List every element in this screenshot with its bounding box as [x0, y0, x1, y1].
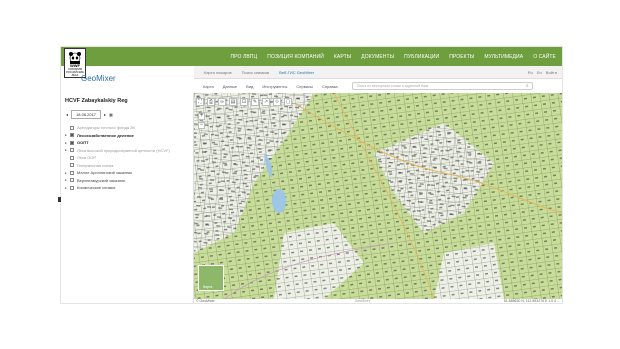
layer-item[interactable]: ▸ Леса высокой природоохранной ценности (… — [65, 147, 189, 155]
layer-label: Леса ООР — [77, 155, 97, 161]
layer-item[interactable]: Леса ООР — [65, 154, 189, 162]
zoom-in-icon[interactable]: + — [198, 113, 205, 120]
layer-label: Малое Ароплинский заказник — [77, 170, 133, 176]
map-footer: © GeoMixer GeoMixer 51.888630 N, 112.893… — [194, 299, 562, 303]
prev-date-icon[interactable]: ◂ — [66, 112, 68, 117]
top-navigation: ПРО ЛВПЦ ПОЗИЦИЯ КОМПАНИЙ КАРТЫ ДОКУМЕНТ… — [61, 47, 562, 66]
menu-bar: Карта Данные Вид Инструменты Сервисы Спр… — [194, 80, 562, 92]
layer-checkbox[interactable] — [70, 178, 74, 183]
login-link[interactable]: Войти — [546, 70, 557, 75]
app-window: ПРО ЛВПЦ ПОЗИЦИЯ КОМПАНИЙ КАРТЫ ДОКУМЕНТ… — [60, 46, 563, 304]
print-icon[interactable]: ⎙ — [207, 98, 215, 106]
layer-item[interactable]: ▸ Верхнеамурский заказник — [65, 177, 189, 185]
layer-item[interactable]: Генеральная схема — [65, 162, 189, 170]
minimap-label: Карта — [203, 285, 213, 289]
lang-en-link[interactable]: En — [537, 70, 542, 75]
layer-label: Арендаторы лесного фонда ЗК — [77, 125, 135, 131]
nav-item-projects[interactable]: ПРОЕКТЫ — [449, 54, 474, 60]
zoom-out-icon[interactable]: − — [198, 122, 205, 129]
lang-ru-link[interactable]: Ru — [528, 70, 533, 75]
nav-item-docs[interactable]: ДОКУМЕНТЫ — [361, 54, 394, 60]
tab-image-search[interactable]: Поиск снимков — [242, 70, 270, 75]
layer-checkbox[interactable] — [70, 133, 74, 138]
layer-checkbox[interactable] — [70, 170, 74, 175]
service-tabs: Карта пожаров Поиск снимков Веб-ГИС GeoM… — [194, 66, 562, 79]
fullscreen-icon[interactable]: ⛶ — [196, 98, 204, 106]
copyright-text: © GeoMixer — [196, 299, 215, 303]
layer-item[interactable]: ▸ Лесохозяйственное деление — [65, 132, 189, 140]
tool-icon[interactable]: ▢ — [284, 98, 292, 106]
nav-item-pro[interactable]: ПРО ЛВПЦ — [230, 54, 257, 60]
measure-icon[interactable]: ⊡ — [240, 98, 248, 106]
menu-view[interactable]: Вид — [246, 84, 253, 89]
layer-label: Лесохозяйственное деление — [77, 132, 134, 138]
map-canvas[interactable] — [194, 93, 562, 299]
nav-item-position[interactable]: ПОЗИЦИЯ КОМПАНИЙ — [267, 54, 324, 60]
link-icon[interactable]: ∞ — [218, 98, 226, 106]
search-icon[interactable]: ⌕ — [526, 83, 529, 89]
search-input[interactable]: Поиск по векторным слоям и адресной базе… — [351, 82, 533, 90]
zoom-controls: + − — [198, 113, 205, 129]
watermark-text: GeoMixer — [354, 299, 370, 303]
layer-label: ООПТ — [77, 140, 89, 146]
layer-label: Генеральная схема — [77, 162, 114, 168]
date-picker: ◂ 18.06.2017 ▸ ▦ — [66, 110, 113, 119]
minimap[interactable]: Карта — [198, 265, 224, 291]
layer-checkbox[interactable] — [70, 125, 74, 130]
nav-item-about[interactable]: О САЙТЕ — [533, 54, 556, 60]
layer-label: Верхнеамурский заказник — [77, 177, 126, 183]
nav-item-multimedia[interactable]: МУЛЬТИМЕДИА — [484, 54, 523, 60]
panda-icon — [69, 52, 81, 64]
layer-label: Космические снимки — [77, 185, 116, 191]
calendar-icon[interactable]: ▦ — [109, 112, 113, 117]
map-toolbar: ⛶ ⎙ ∞ ▤ ⊡ ✎ ↗ ⟐ ▢ — [196, 98, 292, 106]
layer-label: Леса высокой природоохранной ценности (H… — [77, 147, 170, 153]
layer-checkbox[interactable] — [70, 140, 74, 145]
draw-icon[interactable]: ✎ — [251, 98, 259, 106]
tab-fire-map[interactable]: Карта пожаров — [204, 70, 232, 75]
pointer-icon[interactable]: ↗ — [262, 98, 270, 106]
nav-item-maps[interactable]: КАРТЫ — [334, 54, 351, 60]
collapse-handle[interactable] — [58, 197, 61, 202]
date-field[interactable]: 18.06.2017 — [71, 110, 102, 119]
menu-services[interactable]: Сервисы — [296, 84, 313, 89]
layer-checkbox[interactable] — [70, 185, 74, 190]
layer-item[interactable]: ▸ Космические снимки — [65, 184, 189, 192]
coordinates-readout: 51.888630 N, 112.893276 E 1:0 4 ... — [503, 299, 560, 303]
lang-login: Ru En Войти — [528, 70, 557, 75]
layer-item[interactable]: ▸ ООПТ — [65, 139, 189, 147]
tab-geomixer[interactable]: Веб-ГИС GeoMixer — [279, 70, 314, 75]
next-date-icon[interactable]: ▸ — [104, 112, 106, 117]
logo-subtitle-3: ЛЕСА — [71, 74, 79, 77]
map-view[interactable] — [194, 93, 562, 299]
search-placeholder: Поиск по векторным слоям и адресной базе — [356, 84, 429, 88]
layer-checkbox[interactable] — [70, 148, 74, 153]
layers-icon[interactable]: ▤ — [229, 98, 237, 106]
share-icon[interactable]: ⟐ — [273, 98, 281, 106]
nav-item-publications[interactable]: ПУБЛИКАЦИИ — [404, 54, 439, 60]
geomixer-brand: GeoMixer — [81, 74, 116, 83]
menu-data[interactable]: Данные — [223, 84, 237, 89]
menu-help[interactable]: Справка — [322, 84, 338, 89]
menu-tools[interactable]: Инструменты — [262, 84, 287, 89]
layer-item[interactable]: Арендаторы лесного фонда ЗК — [65, 124, 189, 132]
layer-item[interactable]: ▸ Малое Ароплинский заказник — [65, 169, 189, 177]
layer-tree: Арендаторы лесного фонда ЗК ▸ Лесохозяйст… — [65, 124, 189, 192]
map-title: HCVF Zabaykalskiy Reg — [65, 98, 128, 104]
layer-checkbox[interactable] — [70, 155, 74, 160]
layer-checkbox[interactable] — [70, 163, 74, 168]
menu-map[interactable]: Карта — [203, 84, 214, 89]
